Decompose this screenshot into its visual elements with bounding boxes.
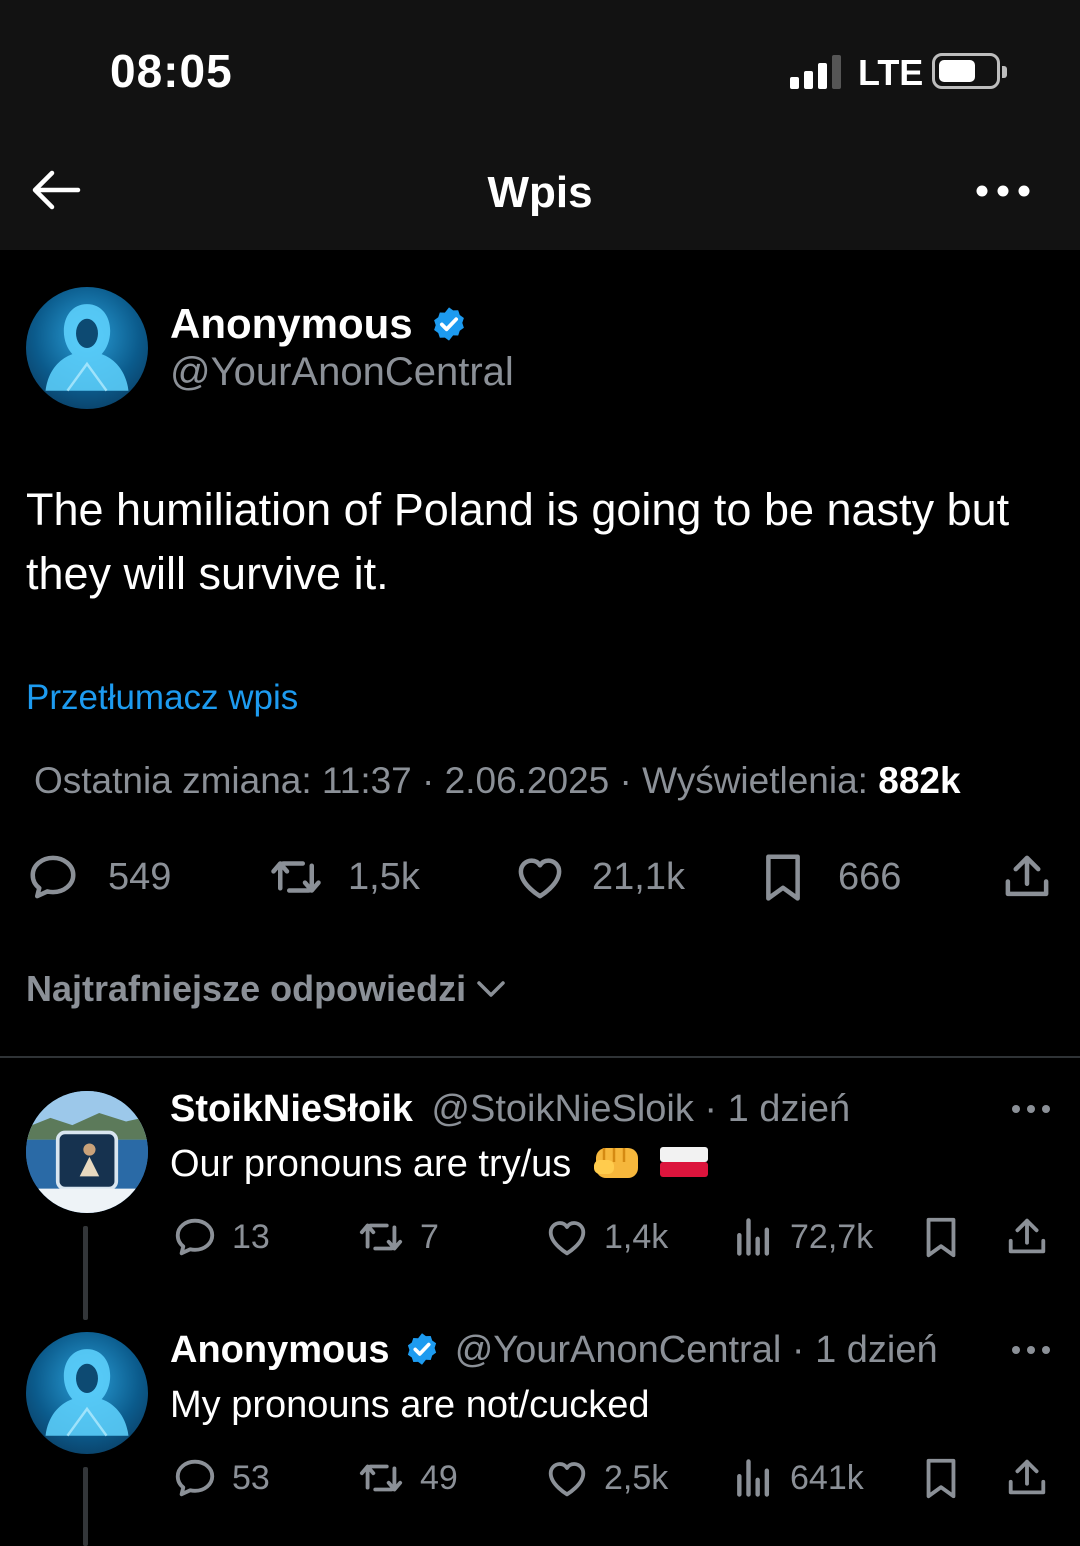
page-title: Wpis [487, 168, 593, 217]
author-name[interactable]: Anonymous [170, 300, 413, 347]
divider [0, 1056, 1080, 1058]
like-count: 21,1k [592, 855, 685, 898]
replies-sort-label: Najtrafniejsze odpowiedzi [26, 968, 467, 1009]
author-handle[interactable]: @YourAnonCentral [170, 350, 514, 395]
repost-button[interactable]: 49 [356, 1455, 458, 1501]
like-count: 1,4k [604, 1217, 669, 1256]
translate-link[interactable]: Przetłumacz wpis [26, 678, 298, 718]
heart-icon [544, 1214, 590, 1260]
reply-header: StoikNieSłoik @StoikNieSloik · 1 dzień [170, 1088, 850, 1131]
repost-button[interactable]: 1,5k [266, 850, 420, 904]
reply-icon [172, 1455, 218, 1501]
views-button[interactable]: 641k [732, 1455, 864, 1501]
replies-sort-dropdown[interactable]: Najtrafniejsze odpowiedzi [26, 968, 506, 1010]
reply-button[interactable]: 549 [26, 850, 171, 904]
repost-icon [356, 1455, 406, 1501]
repost-count: 7 [420, 1217, 439, 1256]
bookmark-icon [918, 1214, 964, 1260]
like-button[interactable]: 2,5k [544, 1455, 668, 1501]
repost-icon [266, 850, 326, 904]
share-icon [1004, 1455, 1050, 1501]
more-horizontal-icon[interactable] [974, 176, 1032, 206]
reply-text-row: Our pronouns are try/us [170, 1143, 709, 1186]
hooded-figure-icon [26, 1332, 148, 1454]
repost-count: 1,5k [348, 855, 420, 898]
views-label: · Wyświetlenia: [619, 760, 868, 801]
signal-strength-icon [790, 55, 846, 89]
reply-text: Our pronouns are try/us [170, 1143, 572, 1185]
verified-badge-icon [430, 305, 468, 343]
repost-button[interactable]: 7 [356, 1214, 439, 1260]
network-label: LTE [858, 52, 924, 93]
like-button[interactable]: 1,4k [544, 1214, 668, 1260]
reply-header: Anonymous @YourAnonCentral · 1 dzień [170, 1329, 938, 1372]
heart-icon [544, 1455, 590, 1501]
reply-author-handle[interactable]: @YourAnonCentral [455, 1329, 782, 1371]
views-count: 641k [790, 1458, 864, 1497]
author-avatar[interactable] [26, 287, 148, 409]
reply-avatar[interactable] [26, 1332, 148, 1454]
bookmark-button[interactable] [918, 1455, 964, 1501]
battery-icon [932, 53, 1007, 89]
reply-time[interactable]: · 1 dzień [792, 1329, 938, 1371]
share-button[interactable] [1004, 1214, 1050, 1260]
author-name-row[interactable]: Anonymous [170, 300, 468, 348]
poland-flag-emoji [660, 1146, 709, 1177]
edited-timestamp[interactable]: Ostatnia zmiana: 11:37 · 2.06.2025 [34, 760, 609, 801]
share-button[interactable] [1000, 850, 1054, 904]
share-button[interactable] [1004, 1455, 1050, 1501]
repost-icon [356, 1214, 406, 1260]
thread-connector [83, 1467, 88, 1546]
reply-button[interactable]: 53 [172, 1455, 270, 1501]
like-count: 2,5k [604, 1458, 669, 1497]
reply-icon [26, 850, 80, 904]
top-nav: Wpis [0, 130, 1080, 250]
heart-icon [512, 850, 568, 904]
reply-author-handle[interactable]: @StoikNieSloik [431, 1088, 693, 1130]
post-text: The humiliation of Poland is going to be… [26, 484, 1010, 599]
raised-fist-emoji [593, 1147, 638, 1178]
chevron-down-icon [477, 981, 505, 997]
post-meta: Ostatnia zmiana: 11:37 · 2.06.2025 · Wyś… [34, 760, 961, 802]
share-icon [1000, 850, 1054, 904]
views-count: 72,7k [790, 1217, 874, 1256]
more-horizontal-icon[interactable] [1010, 1344, 1052, 1356]
bookmark-button[interactable]: 666 [756, 850, 901, 904]
reply-text: My pronouns are not/cucked [170, 1384, 650, 1426]
bookmark-icon [918, 1455, 964, 1501]
hooded-figure-icon [26, 287, 148, 409]
reply-avatar[interactable] [26, 1091, 148, 1213]
clock: 08:05 [110, 45, 233, 97]
status-bar: 08:05 LTE [0, 0, 1080, 130]
reply-time[interactable]: · 1 dzień [704, 1088, 850, 1130]
reply-count: 13 [232, 1217, 270, 1256]
reply-icon [172, 1214, 218, 1260]
more-horizontal-icon[interactable] [1010, 1103, 1052, 1115]
reply-count: 53 [232, 1458, 270, 1497]
reply-author-name[interactable]: Anonymous [170, 1329, 390, 1371]
bar-chart-icon [732, 1214, 776, 1260]
verified-badge-icon [404, 1331, 440, 1367]
reply-button[interactable]: 13 [172, 1214, 270, 1260]
bookmark-count: 666 [838, 855, 902, 898]
bookmark-icon [756, 850, 810, 904]
bar-chart-icon [732, 1455, 776, 1501]
views-button[interactable]: 72,7k [732, 1214, 873, 1260]
share-icon [1004, 1214, 1050, 1260]
repost-count: 49 [420, 1458, 458, 1497]
reply-author-name[interactable]: StoikNieSłoik [170, 1088, 413, 1130]
reply-count: 549 [108, 855, 172, 898]
like-button[interactable]: 21,1k [512, 850, 685, 904]
bookmark-button[interactable] [918, 1214, 964, 1260]
post-action-bar: 549 1,5k 21,1k 666 [0, 850, 1080, 906]
thread-connector [83, 1226, 88, 1320]
views-count: 882k [878, 760, 961, 801]
boat-photo-icon [26, 1091, 148, 1213]
